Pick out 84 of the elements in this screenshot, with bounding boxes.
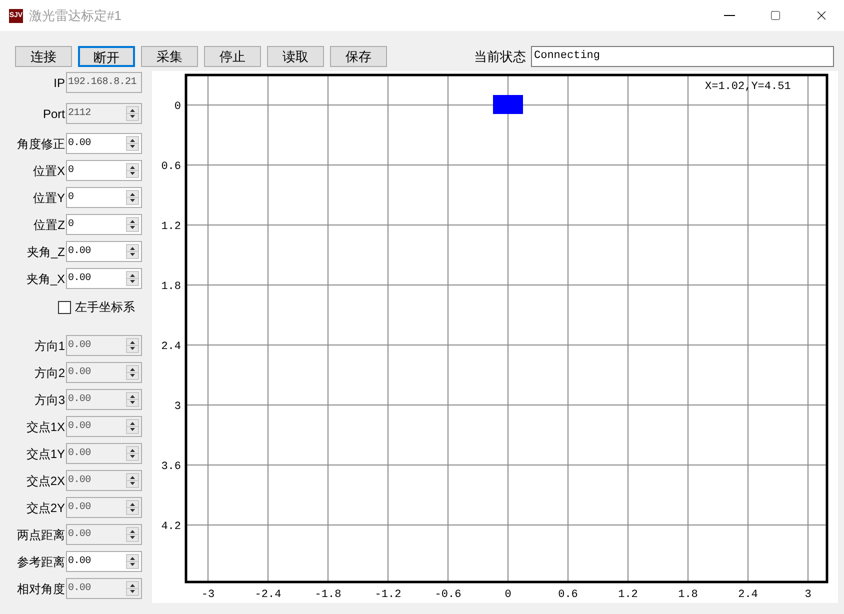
- field-value: 0: [67, 218, 75, 232]
- y-tick-label: 1.8: [161, 281, 181, 293]
- window-title: 激光雷达标定#1: [29, 6, 122, 25]
- field-label: 方向3: [33, 392, 66, 408]
- field-label: 两点距离: [16, 526, 66, 544]
- spin-field[interactable]: 0.00: [66, 133, 142, 154]
- x-tick-label: -1.2: [374, 589, 402, 601]
- field-value: 0.00: [67, 366, 92, 380]
- y-tick-label: 0: [174, 101, 181, 113]
- status-label: 当前状态: [474, 48, 526, 66]
- x-tick-label: 0.6: [558, 589, 578, 601]
- x-tick-label: 1.2: [618, 589, 638, 601]
- field-label: 夹角_X: [25, 270, 66, 288]
- spinner-arrows-icon[interactable]: [126, 163, 139, 178]
- field-label: 交点2Y: [25, 500, 66, 516]
- toolbar-button[interactable]: 采集: [141, 46, 198, 67]
- y-tick-label: 1.2: [161, 221, 181, 233]
- toolbar-button[interactable]: 读取: [267, 46, 324, 67]
- spinner-arrows-icon[interactable]: [126, 554, 139, 569]
- field-value: 0.00: [67, 474, 92, 488]
- field-label: 交点2X: [25, 472, 66, 490]
- field-label: 位置Y: [32, 190, 66, 206]
- field-label: 位置Z: [32, 216, 66, 234]
- toolbar-button[interactable]: 保存: [330, 46, 387, 67]
- field-value: 0.00: [67, 339, 92, 353]
- x-tick-label: 2.4: [738, 589, 758, 601]
- field-value: 0.00: [67, 582, 92, 596]
- spin-field[interactable]: 0.00: [66, 551, 142, 572]
- spinner-arrows-icon[interactable]: [126, 136, 139, 151]
- minimize-icon: [724, 15, 734, 16]
- toolbar-button[interactable]: 停止: [204, 46, 261, 67]
- field-value: 0.00: [67, 447, 92, 461]
- field-label: 交点1Y: [25, 446, 66, 462]
- spinner-arrows-icon[interactable]: [126, 217, 139, 232]
- status-field[interactable]: Connecting: [531, 46, 834, 67]
- field-label: 方向1: [33, 338, 66, 354]
- field-label: 参考距离: [16, 554, 66, 570]
- field-value: 0.00: [67, 245, 92, 259]
- x-tick-label: 0: [504, 589, 512, 601]
- field-value: 0.00: [67, 420, 92, 434]
- field-label: 方向2: [33, 364, 66, 382]
- spin-field[interactable]: 0.00: [66, 268, 142, 289]
- x-tick-label: -2.4: [254, 589, 282, 601]
- y-tick-label: 4.2: [161, 521, 181, 533]
- spin-field[interactable]: 0: [66, 160, 142, 181]
- checkbox-label: 左手坐标系: [75, 299, 135, 316]
- spinner-arrows-icon[interactable]: [126, 271, 139, 286]
- field-value: 0.00: [67, 272, 92, 286]
- field-value: 0: [67, 164, 75, 178]
- field-value: 0: [67, 191, 75, 205]
- toolbar-button[interactable]: 断开: [78, 46, 135, 67]
- field-value: 0.00: [67, 528, 92, 542]
- field-label: 夹角_Z: [26, 244, 66, 260]
- spinner-arrows-icon[interactable]: [126, 190, 139, 205]
- field-label: 角度修正: [16, 136, 66, 152]
- field-value: 0.00: [67, 393, 92, 407]
- spin-field[interactable]: 0: [66, 187, 142, 208]
- field-label: 相对角度: [16, 580, 66, 598]
- field-label: IP: [52, 74, 66, 92]
- spin-field[interactable]: 0.00: [66, 241, 142, 262]
- x-tick-label: -0.6: [434, 589, 462, 601]
- x-tick-label: -3: [201, 589, 215, 601]
- field-label: Port: [42, 106, 66, 122]
- field-value: 192.168.8.21: [67, 76, 138, 90]
- y-tick-label: 3: [174, 401, 181, 413]
- checkbox[interactable]: [58, 300, 71, 314]
- coordinate-readout: X=1.02,Y=4.51: [705, 81, 791, 93]
- field-label: 交点1X: [25, 418, 66, 436]
- field-value: 2112: [67, 107, 92, 121]
- x-tick-label: 3: [804, 589, 812, 601]
- spin-field[interactable]: 0: [66, 214, 142, 235]
- y-tick-label: 2.4: [161, 341, 181, 353]
- toolbar-button[interactable]: 连接: [15, 46, 72, 67]
- status-value: Connecting: [534, 49, 600, 64]
- field-value: 0.00: [67, 137, 92, 151]
- x-tick-label: 1.8: [678, 589, 698, 601]
- y-tick-label: 0.6: [161, 161, 181, 173]
- maximize-icon: [770, 10, 780, 21]
- field-label: 位置X: [32, 162, 66, 180]
- x-tick-label: -1.8: [314, 589, 342, 601]
- field-value: 0.00: [67, 555, 92, 569]
- field-value: 0.00: [67, 501, 92, 515]
- spinner-arrows-icon[interactable]: [126, 244, 139, 259]
- y-tick-label: 3.6: [161, 461, 181, 473]
